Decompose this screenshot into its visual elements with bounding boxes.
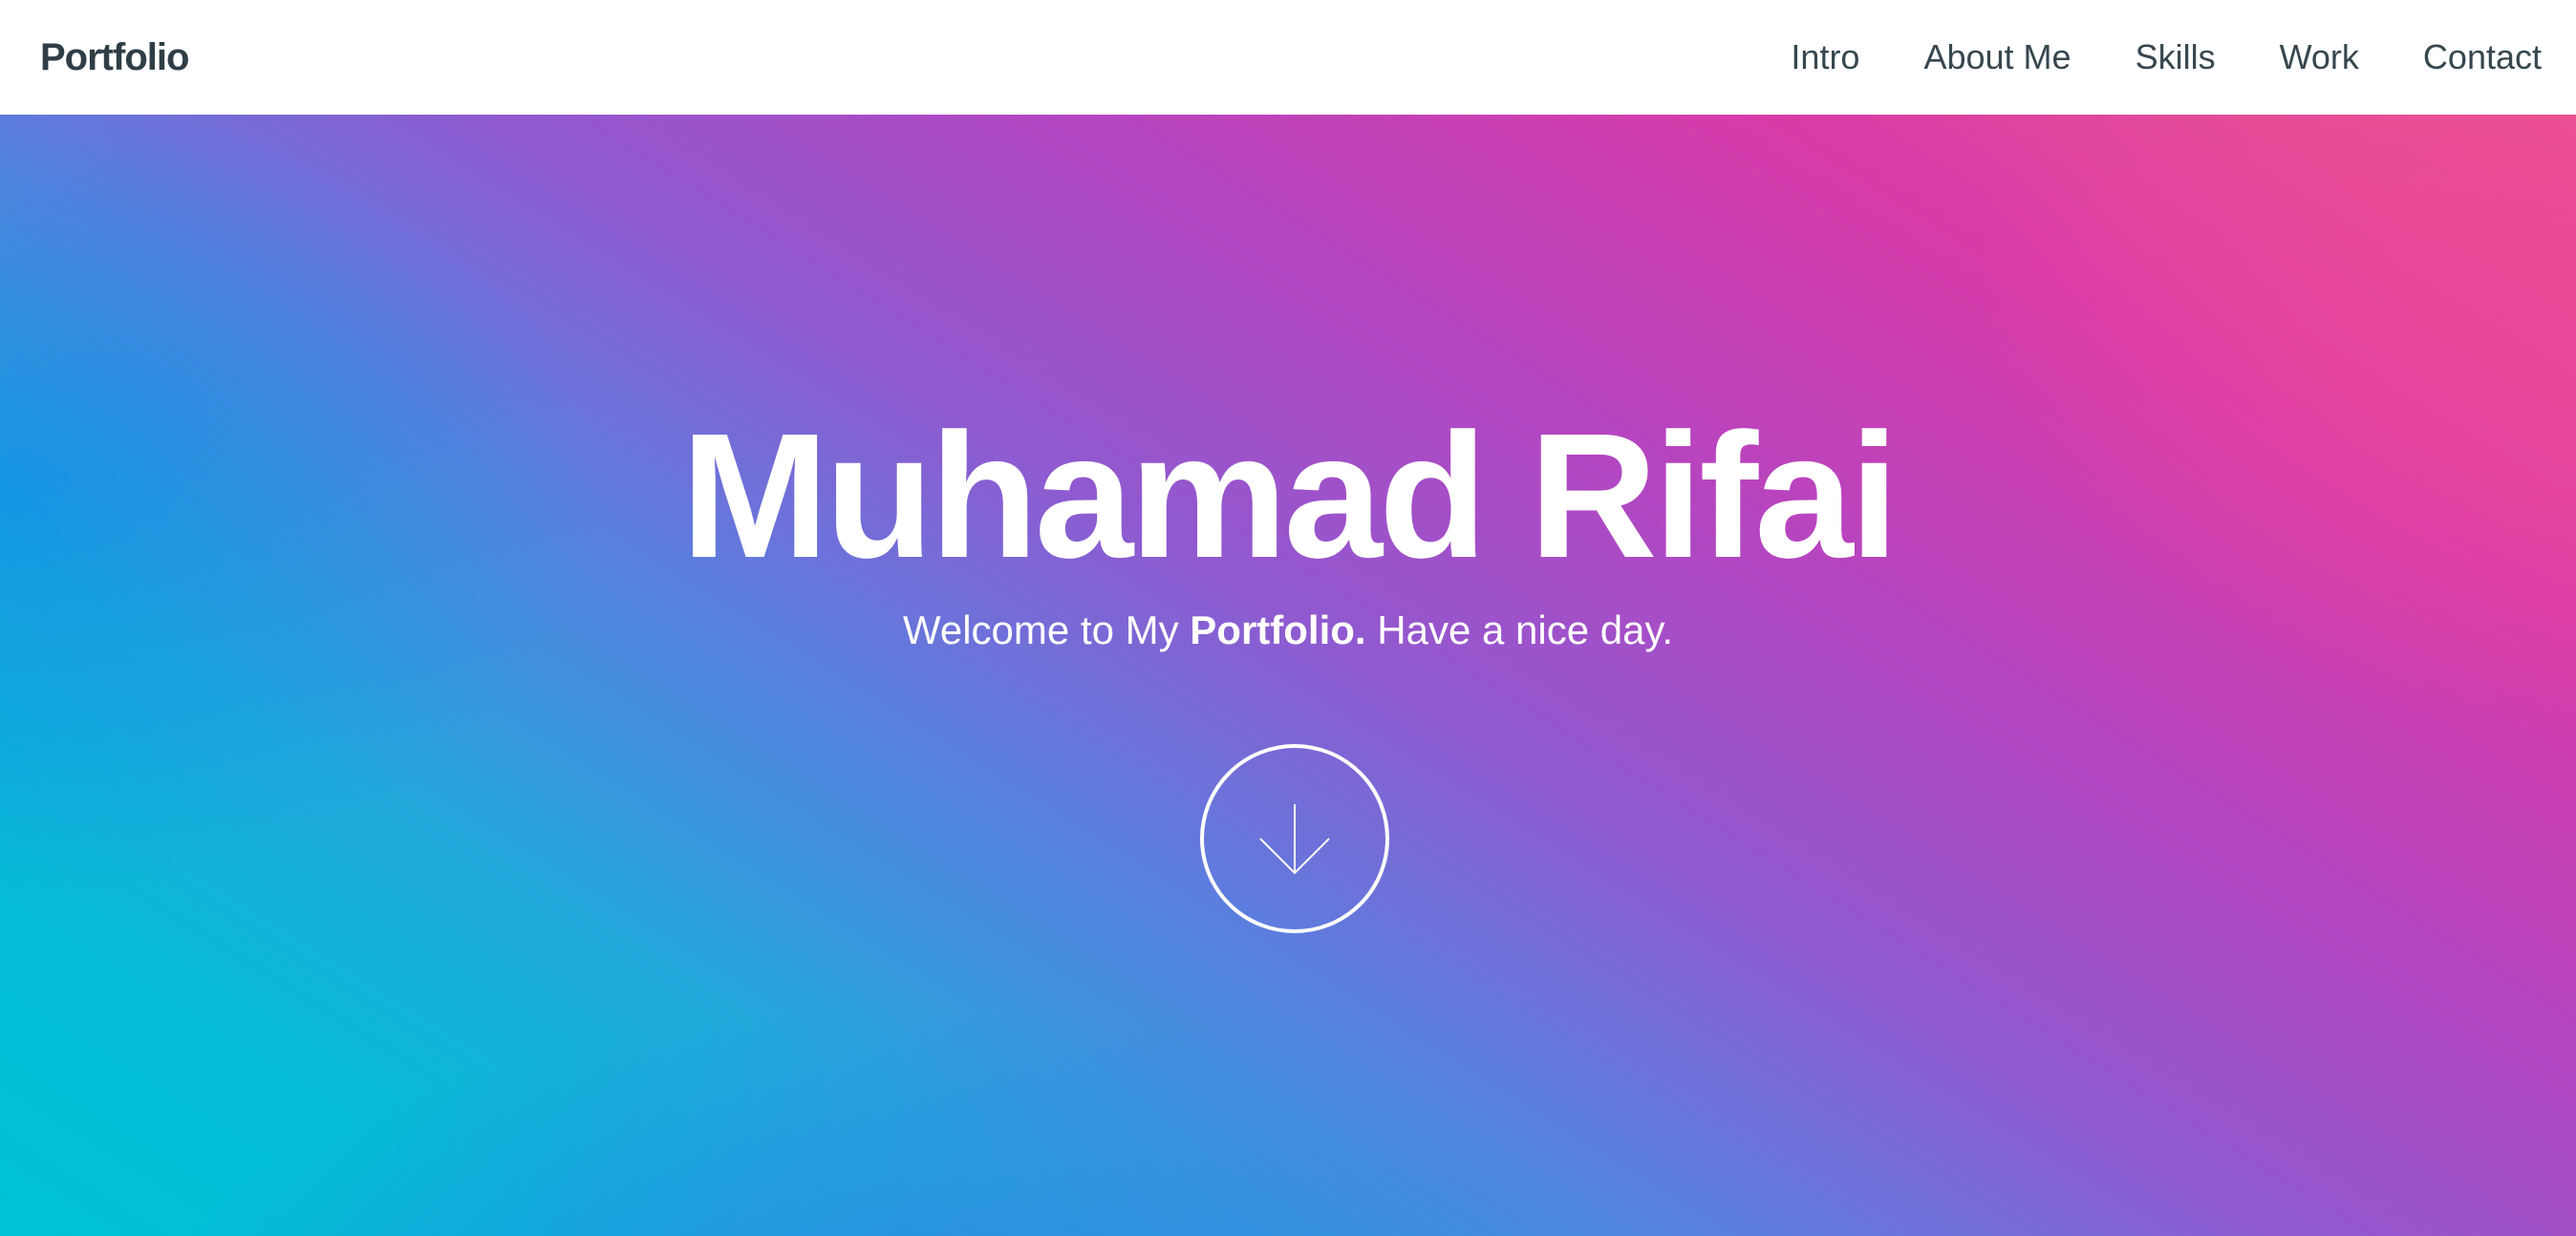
scroll-down-button[interactable] bbox=[1200, 744, 1389, 933]
hero-content: Muhamad Rifai Welcome to My Portfolio. H… bbox=[0, 115, 2576, 1236]
main-nav: Intro About Me Skills Work Contact bbox=[1727, 37, 2542, 77]
top-navbar: Portfolio Intro About Me Skills Work Con… bbox=[0, 0, 2576, 115]
hero-subtitle-prefix: Welcome to My bbox=[902, 607, 1191, 652]
nav-link-contact[interactable]: Contact bbox=[2423, 37, 2542, 77]
hero-title: Muhamad Rifai bbox=[680, 397, 1900, 595]
nav-link-work[interactable]: Work bbox=[2280, 37, 2359, 77]
hero-subtitle-suffix: Have a nice day. bbox=[1365, 607, 1673, 652]
nav-link-skills[interactable]: Skills bbox=[2136, 37, 2216, 77]
arrow-down-icon bbox=[1259, 804, 1330, 875]
hero-subtitle-bold: Portfolio. bbox=[1190, 607, 1366, 652]
brand-logo-link[interactable]: Portfolio bbox=[40, 36, 189, 79]
hero-subtitle: Welcome to My Portfolio. Have a nice day… bbox=[0, 607, 2576, 654]
nav-link-intro[interactable]: Intro bbox=[1791, 37, 1859, 77]
nav-link-about-me[interactable]: About Me bbox=[1923, 37, 2071, 77]
hero-section: Muhamad Rifai Welcome to My Portfolio. H… bbox=[0, 115, 2576, 1236]
